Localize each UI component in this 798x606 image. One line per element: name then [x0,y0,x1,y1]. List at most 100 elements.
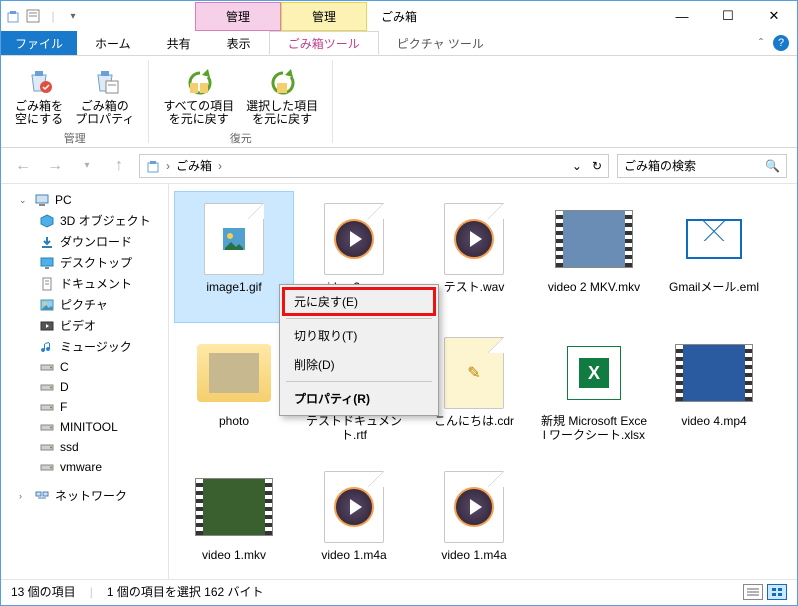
tree-node[interactable]: ビデオ [5,315,164,336]
title-bar: | ▾ 管理 管理 ごみ箱 — ☐ ✕ [1,1,797,31]
tab-view[interactable]: 表示 [209,31,269,55]
tree-node[interactable]: D [5,377,164,397]
tree-node[interactable]: ピクチャ [5,294,164,315]
menu-separator [286,318,432,319]
navigation-bar: ← → ▾ ↑ › ごみ箱 › ⌄ ↻ ごみ箱の検索 🔍 [1,148,797,184]
tab-recycle-tools[interactable]: ごみ箱ツール [269,31,379,55]
status-item-count: 13 個の項目 [11,583,76,600]
recycle-bin-icon [5,8,21,24]
file-item[interactable]: Gmailメール.eml [655,192,773,322]
file-name: video 4.mp4 [677,412,750,430]
tree-item-icon [39,359,55,375]
file-thumbnail [434,200,514,278]
breadcrumb-item[interactable]: ごみ箱 [176,157,212,174]
tree-node-network[interactable]: › ネットワーク [5,485,164,506]
expand-icon[interactable]: › [19,491,29,501]
file-thumbnail [674,334,754,412]
tree-node[interactable]: ミュージック [5,336,164,357]
tree-node[interactable]: F [5,397,164,417]
ribbon-group-manage: ごみ箱を 空にする ごみ箱の プロパティ 管理 [1,60,149,143]
address-bar[interactable]: › ごみ箱 › ⌄ ↻ [139,154,609,178]
tree-item-icon [39,297,55,313]
search-icon[interactable]: 🔍 [765,159,780,173]
tree-node[interactable]: ssd [5,437,164,457]
maximize-button[interactable]: ☐ [705,1,751,31]
expand-icon[interactable]: ⌄ [19,195,29,206]
ribbon-collapse-icon[interactable]: ˆ [759,36,763,50]
tree-item-icon [39,318,55,334]
back-button[interactable]: ← [11,154,35,178]
tree-item-icon [39,213,55,229]
close-button[interactable]: ✕ [751,1,797,31]
restore-all-button[interactable]: すべての項目 を元に戻す [157,60,240,130]
context-menu-cut[interactable]: 切り取り(T) [282,321,436,350]
tree-node[interactable]: ダウンロード [5,231,164,252]
file-thumbnail: ✎ [434,334,514,412]
tree-node[interactable]: ドキュメント [5,273,164,294]
file-thumbnail [194,334,274,412]
tree-item-icon [39,255,55,271]
file-name: image1.gif [202,278,265,296]
tree-node[interactable]: 3D オブジェクト [5,210,164,231]
forward-button[interactable]: → [43,154,67,178]
up-button[interactable]: ↑ [107,154,131,178]
file-item[interactable]: video 1.mkv [175,460,293,579]
file-item[interactable]: image1.gif [175,192,293,322]
ribbon-tabs: ファイル ホーム 共有 表示 ごみ箱ツール ピクチャ ツール ˆ ? [1,31,797,56]
breadcrumb-separator[interactable]: › [166,159,170,173]
tree-node[interactable]: C [5,357,164,377]
address-dropdown-icon[interactable]: ⌄ [572,159,582,173]
navigation-tree[interactable]: ⌄ PC 3D オブジェクトダウンロードデスクトップドキュメントピクチャビデオミ… [1,184,169,579]
context-tab-picture[interactable]: 管理 [281,2,367,31]
context-menu-restore[interactable]: 元に戻す(E) [282,287,436,316]
breadcrumb-separator[interactable]: › [218,159,222,173]
tree-item-icon [39,276,55,292]
pc-icon [34,192,50,208]
file-item[interactable]: video 2 MKV.mkv [535,192,653,322]
file-tab[interactable]: ファイル [1,31,77,55]
file-item[interactable]: video 1.m4a [295,460,413,579]
tree-node-pc[interactable]: ⌄ PC [5,190,164,210]
large-icons-view-button[interactable] [767,584,787,600]
context-menu-properties[interactable]: プロパティ(R) [282,384,436,413]
search-box[interactable]: ごみ箱の検索 🔍 [617,154,787,178]
file-item[interactable]: X新規 Microsoft Excel ワークシート.xlsx [535,326,653,456]
tree-node[interactable]: MINITOOL [5,417,164,437]
tree-item-icon [39,379,55,395]
recycle-bin-icon [146,159,160,173]
context-tab-recycle[interactable]: 管理 [195,2,281,31]
empty-recycle-bin-button[interactable]: ごみ箱を 空にする [9,60,69,130]
qat-dropdown-icon[interactable]: ▾ [65,8,81,24]
file-item[interactable]: video 4.mp4 [655,326,773,456]
minimize-button[interactable]: — [659,1,705,31]
contextual-tab-strip: 管理 管理 ごみ箱 [195,1,431,31]
file-name: video 1.m4a [317,546,390,564]
file-thumbnail [674,200,754,278]
help-icon[interactable]: ? [773,35,789,51]
details-view-button[interactable] [743,584,763,600]
tab-home[interactable]: ホーム [77,31,149,55]
tab-picture-tools[interactable]: ピクチャ ツール [379,31,502,55]
tab-share[interactable]: 共有 [149,31,209,55]
recycle-bin-properties-button[interactable]: ごみ箱の プロパティ [69,60,140,130]
ribbon: ごみ箱を 空にする ごみ箱の プロパティ 管理 すべての項目 を元に戻す 選択し… [1,56,797,148]
tree-item-icon [39,459,55,475]
context-menu-delete[interactable]: 削除(D) [282,350,436,379]
file-item[interactable]: video 1.m4a [415,460,533,579]
tree-item-icon [39,439,55,455]
file-item[interactable]: photo [175,326,293,456]
quick-access-toolbar: | ▾ [1,1,85,31]
file-name: video 1.m4a [437,546,510,564]
restore-selected-button[interactable]: 選択した項目 を元に戻す [240,60,324,130]
network-icon [34,488,50,504]
tree-node[interactable]: vmware [5,457,164,477]
items-view[interactable]: image1.gifvideo 2.mpgテスト.wavvideo 2 MKV.… [169,184,797,579]
properties-icon[interactable] [25,8,41,24]
recent-locations-icon[interactable]: ▾ [75,154,99,178]
window-title: ごみ箱 [367,2,431,31]
tree-node[interactable]: デスクトップ [5,252,164,273]
search-placeholder: ごみ箱の検索 [624,157,696,174]
file-name: こんにちは.cdr [430,412,518,430]
refresh-icon[interactable]: ↻ [592,159,602,173]
explorer-body: ⌄ PC 3D オブジェクトダウンロードデスクトップドキュメントピクチャビデオミ… [1,184,797,579]
